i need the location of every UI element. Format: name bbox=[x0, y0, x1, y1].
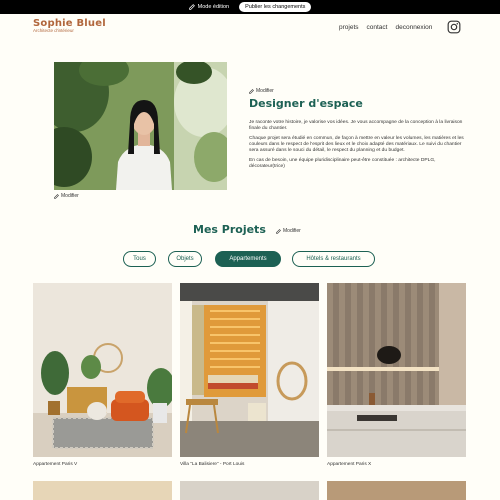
intro-paragraph: En cas de besoin, une équipe pluridiscip… bbox=[249, 158, 436, 169]
filter-appartements[interactable]: Appartements bbox=[215, 251, 281, 267]
filter-objets[interactable]: Objets bbox=[168, 251, 202, 267]
intro-paragraph: Chaque projet sera étudié en commun, de … bbox=[249, 136, 464, 153]
modify-photo-link[interactable]: Modifier bbox=[54, 193, 79, 199]
project-card[interactable]: Appartement Paris V bbox=[33, 283, 172, 467]
logo[interactable]: Sophie Bluel Architecte d'intérieur bbox=[33, 18, 106, 33]
modify-photo-label: Modifier bbox=[61, 193, 79, 199]
edit-icon bbox=[54, 193, 59, 199]
project-image bbox=[327, 283, 466, 457]
filter-tous[interactable]: Tous bbox=[123, 251, 156, 267]
intro-title: Designer d'espace bbox=[249, 97, 363, 110]
modify-projects-link[interactable]: Modifier bbox=[276, 228, 301, 234]
project-card-partial[interactable] bbox=[180, 481, 319, 500]
project-card[interactable]: Villa “La Balisiere” - Port Louis bbox=[180, 283, 319, 467]
project-card[interactable]: Appartement Paris X bbox=[327, 283, 466, 467]
nav-deconnexion[interactable]: deconnexion bbox=[395, 24, 432, 31]
publish-changes-button[interactable]: Publier les changements bbox=[239, 2, 312, 12]
site-header: Sophie Bluel Architecte d'intérieur proj… bbox=[0, 14, 500, 40]
instagram-icon[interactable] bbox=[447, 20, 461, 34]
project-card-partial[interactable] bbox=[327, 481, 466, 500]
edit-mode-label: Mode édition bbox=[197, 4, 230, 10]
project-image bbox=[33, 283, 172, 457]
edit-icon bbox=[276, 228, 281, 234]
filter-hotels-restaurants[interactable]: Hôtels & restaurants bbox=[292, 251, 375, 267]
architect-photo bbox=[54, 62, 227, 190]
project-card-partial[interactable] bbox=[33, 481, 172, 500]
edit-icon bbox=[249, 88, 254, 94]
project-caption: Appartement Paris V bbox=[33, 462, 78, 467]
edit-mode-bar: Mode édition Publier les changements bbox=[0, 0, 500, 14]
main-nav: projets contact deconnexion bbox=[339, 24, 432, 31]
edit-mode-indicator[interactable]: Mode édition bbox=[188, 4, 230, 10]
project-caption: Villa “La Balisiere” - Port Louis bbox=[180, 462, 245, 467]
project-caption: Appartement Paris X bbox=[327, 462, 372, 467]
project-image bbox=[180, 283, 319, 457]
intro-paragraph: Je raconte votre histoire, je valorise v… bbox=[249, 120, 463, 131]
intro-text: Je raconte votre histoire, je valorise v… bbox=[249, 120, 471, 174]
modify-intro-link[interactable]: Modifier bbox=[249, 88, 274, 94]
nav-projets[interactable]: projets bbox=[339, 24, 359, 31]
modify-intro-label: Modifier bbox=[256, 88, 274, 94]
projects-title: Mes Projets bbox=[193, 223, 266, 236]
modify-projects-label: Modifier bbox=[283, 228, 301, 234]
edit-icon bbox=[188, 4, 195, 10]
nav-contact[interactable]: contact bbox=[367, 24, 388, 31]
